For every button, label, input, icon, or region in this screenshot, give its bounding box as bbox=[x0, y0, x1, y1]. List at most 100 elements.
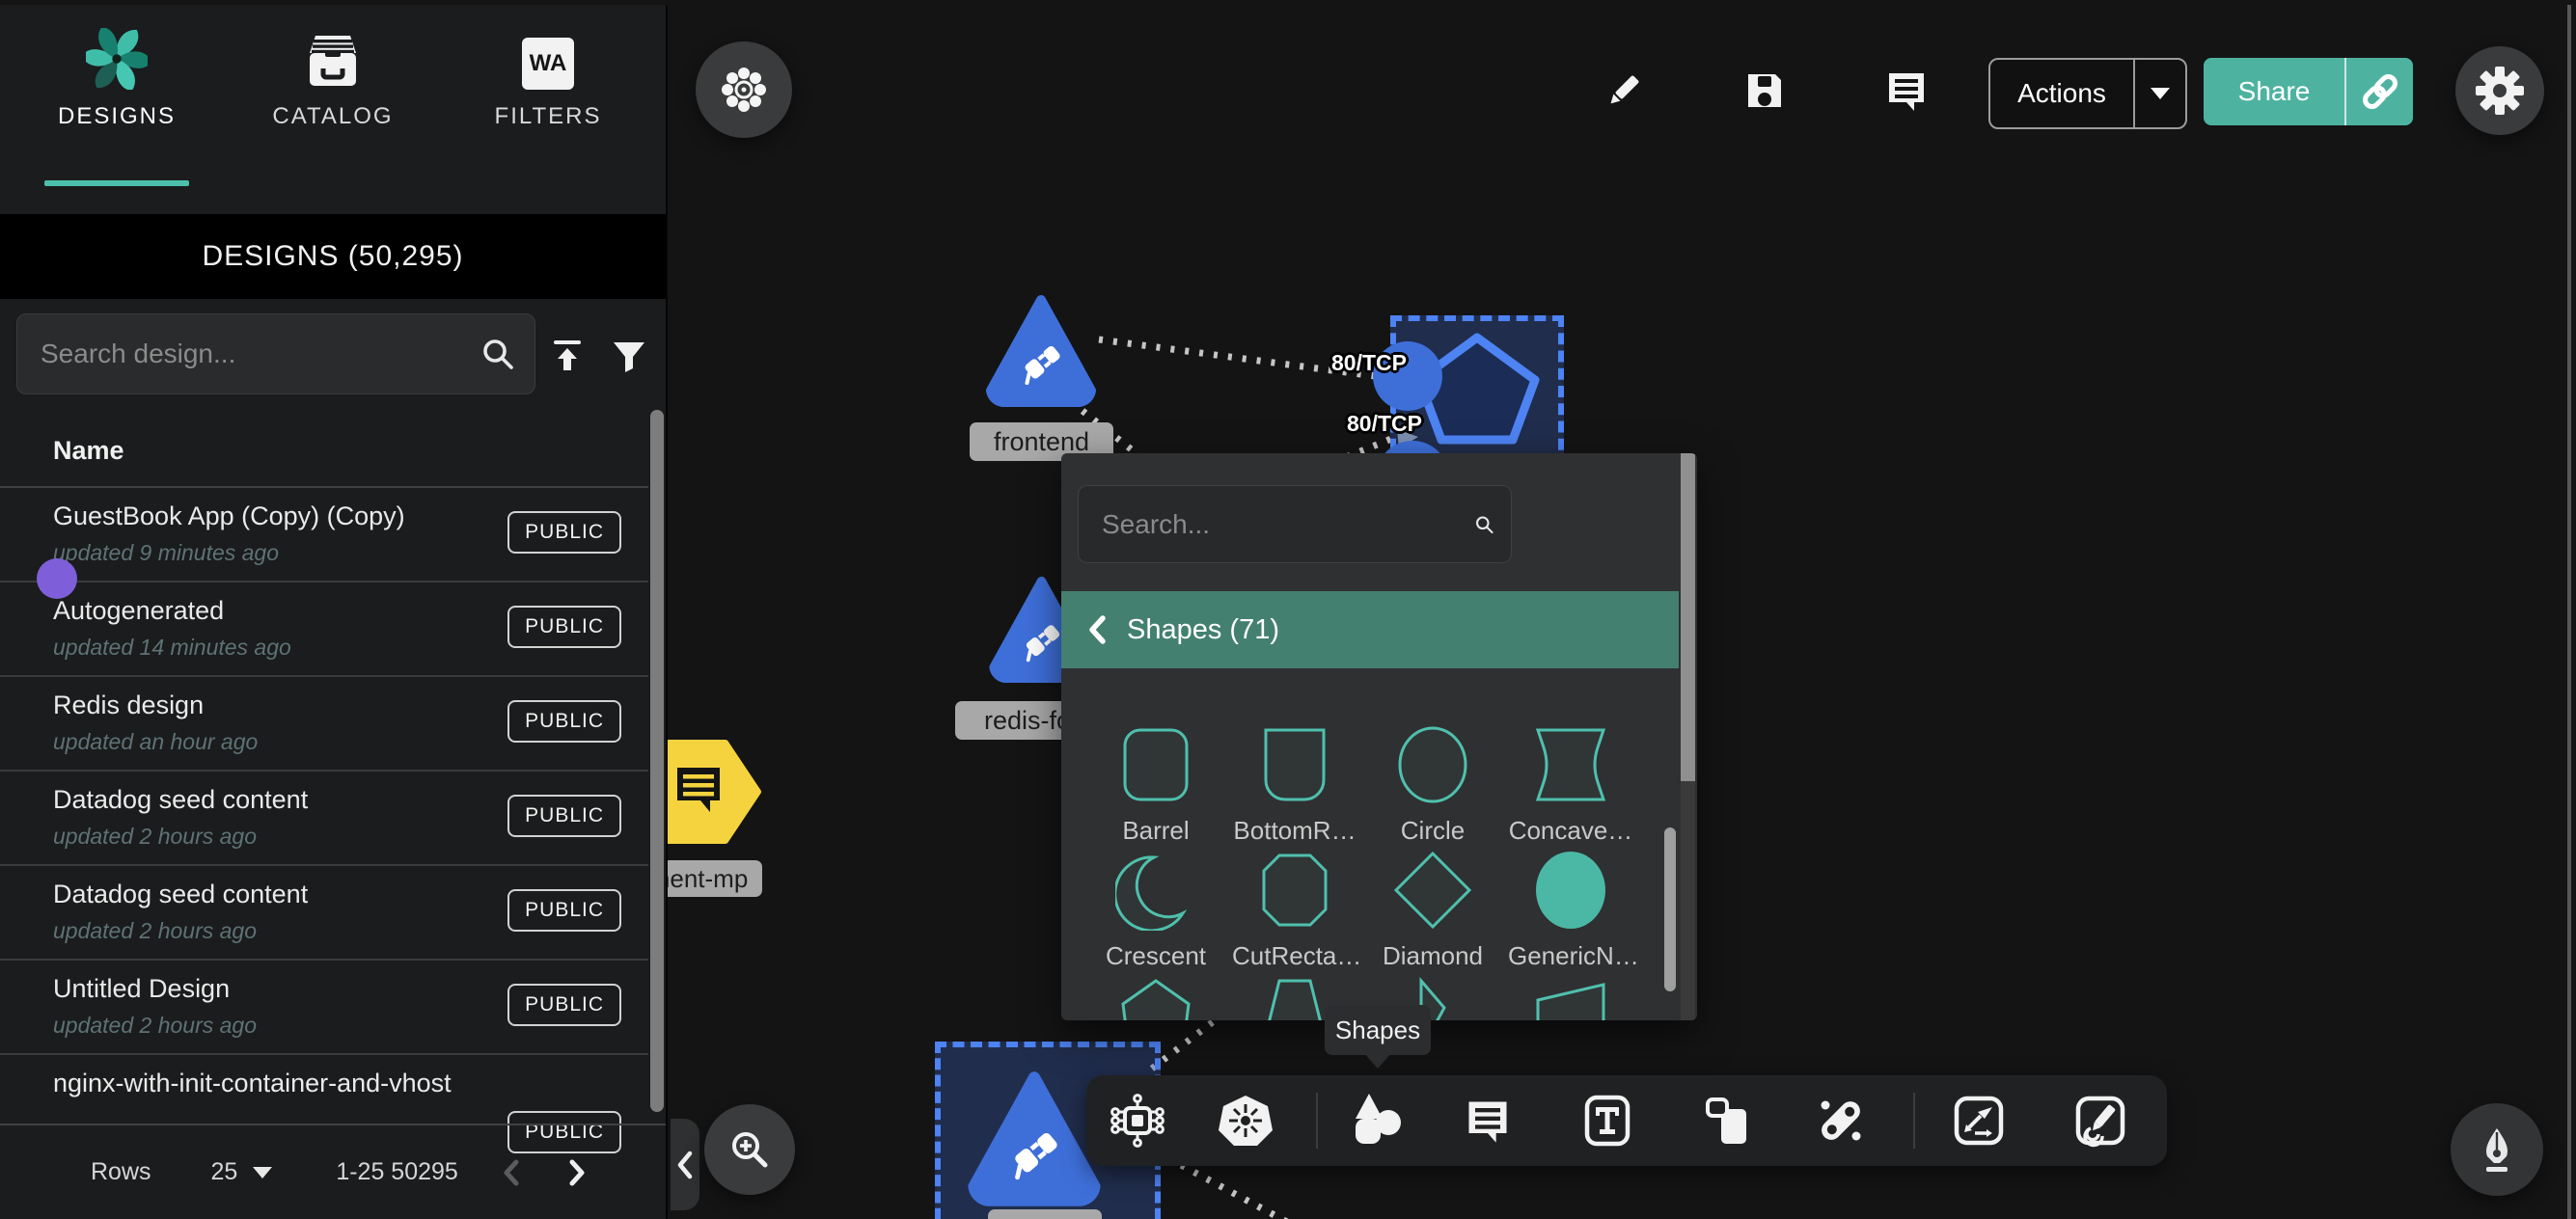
node-label-clipped bbox=[988, 1209, 1102, 1219]
upload-to-top-icon bbox=[546, 335, 589, 377]
tab-designs[interactable]: DESIGNS bbox=[15, 22, 218, 130]
shape-item-bottomround[interactable]: BottomR… bbox=[1232, 723, 1357, 846]
meshery-spiral-icon bbox=[86, 22, 148, 90]
grid-scrollbar-thumb[interactable] bbox=[1664, 827, 1676, 991]
comment-button[interactable] bbox=[1876, 60, 1937, 122]
zoom-in-button[interactable] bbox=[704, 1104, 795, 1195]
share-split-button[interactable]: Share bbox=[2204, 58, 2413, 125]
shape-item-concave[interactable]: Concave… bbox=[1508, 723, 1633, 846]
comment-icon bbox=[1883, 68, 1930, 114]
pencil-icon bbox=[1601, 68, 1647, 114]
comment-tool-button[interactable] bbox=[1457, 1090, 1519, 1151]
search-icon bbox=[1473, 504, 1495, 545]
settings-button[interactable] bbox=[2455, 46, 2544, 135]
shapes-tool-button[interactable] bbox=[1346, 1090, 1408, 1151]
chevron-down-icon bbox=[2151, 88, 2170, 99]
tab-catalog[interactable]: CATALOG bbox=[232, 22, 434, 130]
node-annotation-yellow[interactable] bbox=[668, 735, 762, 849]
previous-page-button[interactable] bbox=[499, 1156, 524, 1189]
design-search-box bbox=[16, 313, 535, 394]
design-row[interactable]: Datadog seed content updated 2 hours ago… bbox=[0, 770, 648, 866]
actions-dropdown-toggle[interactable] bbox=[2135, 88, 2185, 99]
tab-filters-label: FILTERS bbox=[495, 103, 602, 130]
designs-count-header: DESIGNS (50,295) bbox=[0, 214, 666, 299]
edit-button[interactable] bbox=[1593, 60, 1655, 122]
shapes-icon bbox=[1348, 1092, 1406, 1150]
tab-catalog-label: CATALOG bbox=[272, 103, 393, 130]
components-tool-button[interactable] bbox=[1107, 1090, 1168, 1151]
rows-per-page-select[interactable]: 25 bbox=[211, 1158, 238, 1186]
design-canvas[interactable]: Actions Share bbox=[668, 5, 2576, 1219]
import-design-button[interactable] bbox=[542, 331, 592, 381]
text-tool-button[interactable] bbox=[1576, 1090, 1638, 1151]
visibility-badge: PUBLIC bbox=[507, 700, 621, 743]
shape-item-circle[interactable]: Circle bbox=[1370, 723, 1495, 846]
chain-tool-button[interactable] bbox=[1810, 1090, 1872, 1151]
shapes-tooltip: Shapes bbox=[1325, 1005, 1431, 1055]
actions-split-button[interactable]: Actions bbox=[1988, 58, 2187, 129]
shape-item-diamond[interactable]: Diamond bbox=[1370, 849, 1495, 971]
toolbar-divider bbox=[1316, 1093, 1318, 1149]
shapes-panel: Shapes (71) Barrel BottomR… Circle Conca… bbox=[1061, 453, 1697, 1020]
list-header-row: Name bbox=[0, 415, 648, 488]
shapes-search-input[interactable] bbox=[1079, 509, 1473, 540]
node-label-annotation: ment-mp bbox=[668, 860, 762, 897]
filter-designs-button[interactable] bbox=[604, 331, 654, 381]
shape-item-partial[interactable] bbox=[1093, 974, 1219, 1020]
pagination-range: 1-25 50295 bbox=[336, 1158, 458, 1186]
design-row[interactable]: Redis design updated an hour ago PUBLIC bbox=[0, 675, 648, 772]
tooltip-caret bbox=[1364, 1053, 1391, 1069]
node-selected-triangle[interactable] bbox=[962, 1070, 1107, 1207]
active-tab-indicator bbox=[44, 180, 189, 186]
design-row[interactable]: Untitled Design updated 2 hours ago PUBL… bbox=[0, 959, 648, 1055]
sidebar-collapse-button[interactable] bbox=[671, 1119, 699, 1210]
edge-label: 80/TCP bbox=[1331, 350, 1407, 376]
next-page-button[interactable] bbox=[564, 1156, 589, 1189]
tab-filters[interactable]: WA FILTERS bbox=[447, 22, 649, 130]
pen-nib-icon bbox=[2472, 1124, 2522, 1175]
chevron-left-icon bbox=[675, 1150, 695, 1180]
sidebar: DESIGNS CATALOG WA FILTERS bbox=[0, 5, 668, 1219]
shape-item-cutrectangle[interactable]: CutRecta… bbox=[1232, 849, 1357, 971]
shape-item-barrel[interactable]: Barrel bbox=[1093, 723, 1219, 846]
pencil-tool-button[interactable] bbox=[2069, 1090, 2131, 1151]
node-frontend[interactable] bbox=[983, 294, 1099, 408]
rows-per-page-caret-icon[interactable] bbox=[253, 1167, 272, 1178]
panel-scrollbar-thumb[interactable] bbox=[1681, 453, 1695, 781]
name-column-header: Name bbox=[53, 436, 124, 466]
chain-link-icon bbox=[1813, 1093, 1869, 1149]
zoom-in-icon bbox=[726, 1126, 773, 1173]
rows-label: Rows bbox=[91, 1158, 151, 1186]
design-mode-button[interactable] bbox=[2451, 1103, 2543, 1196]
copy-link-button[interactable] bbox=[2346, 70, 2413, 113]
frame-tool-button[interactable] bbox=[1696, 1090, 1758, 1151]
shape-item-crescent[interactable]: Crescent bbox=[1093, 849, 1219, 971]
design-row[interactable]: nginx-with-init-container-and-vhost PUBL… bbox=[0, 1053, 648, 1124]
comment-icon bbox=[1463, 1096, 1513, 1146]
avatar-dot bbox=[37, 558, 77, 599]
canvas-apps-button[interactable] bbox=[696, 41, 792, 138]
visibility-badge: PUBLIC bbox=[507, 606, 621, 648]
flower-icon bbox=[719, 65, 769, 115]
sidebar-scrollbar-thumb[interactable] bbox=[650, 410, 664, 1112]
window-scrollbar[interactable] bbox=[2567, 5, 2571, 1219]
panel-scrollbar-track bbox=[1681, 781, 1695, 1020]
kubernetes-tool-button[interactable] bbox=[1215, 1090, 1276, 1151]
shape-item-genericnode[interactable]: GenericN… bbox=[1508, 849, 1633, 971]
save-button[interactable] bbox=[1734, 60, 1795, 122]
design-search-input[interactable] bbox=[17, 339, 479, 369]
design-row[interactable]: Datadog seed content updated 2 hours ago… bbox=[0, 864, 648, 961]
visibility-badge: PUBLIC bbox=[507, 984, 621, 1026]
design-row[interactable]: Autogenerated updated 14 minutes ago PUB… bbox=[0, 581, 648, 677]
text-icon bbox=[1580, 1094, 1634, 1148]
design-row[interactable]: GuestBook App (Copy) (Copy) updated 9 mi… bbox=[0, 486, 648, 582]
pen-arrow-tool-button[interactable] bbox=[1948, 1090, 2010, 1151]
edge-label: 80/TCP bbox=[1347, 411, 1422, 437]
visibility-badge: PUBLIC bbox=[507, 511, 621, 554]
funnel-icon bbox=[608, 335, 650, 377]
visibility-badge: PUBLIC bbox=[507, 889, 621, 932]
app-root: DESIGNS CATALOG WA FILTERS bbox=[0, 0, 2576, 1219]
toolbar-divider bbox=[1913, 1093, 1915, 1149]
shapes-category-header[interactable]: Shapes (71) bbox=[1061, 591, 1679, 668]
shape-item-partial[interactable] bbox=[1508, 974, 1633, 1020]
